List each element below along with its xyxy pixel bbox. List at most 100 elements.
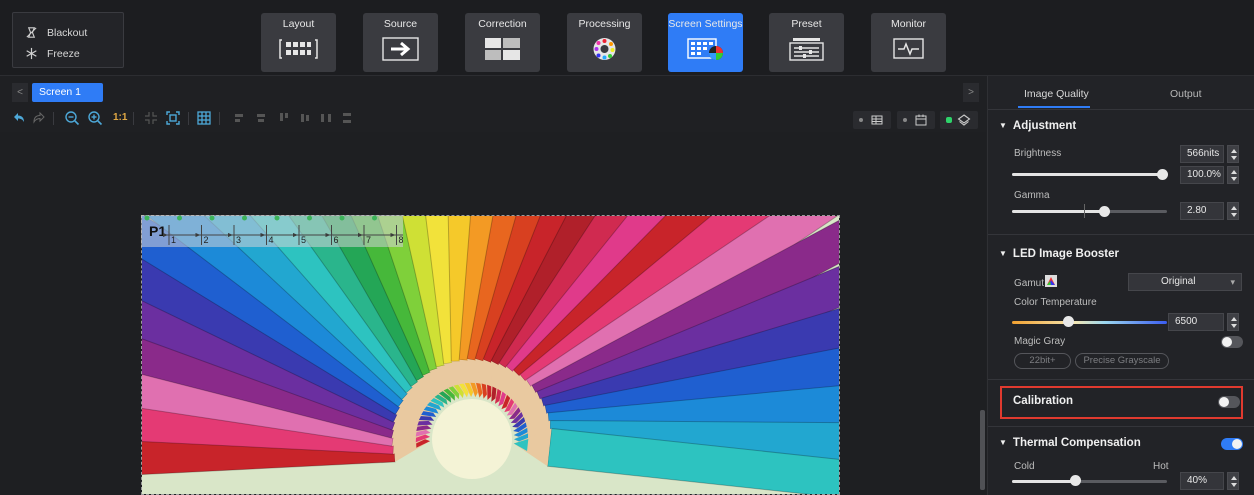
grid-icon <box>197 111 211 125</box>
ruler-node <box>209 215 215 221</box>
calendar-view-toggle[interactable] <box>897 111 935 129</box>
thermal-value-field[interactable]: 40% <box>1180 472 1224 490</box>
ruler-node <box>177 215 182 221</box>
align-center-button[interactable] <box>253 110 269 126</box>
ruler-node <box>339 215 345 221</box>
mode-monitor-label: Monitor <box>890 18 926 30</box>
top-toolbar: Blackout Freeze Layout Source Correction <box>0 0 1254 76</box>
snowflake-icon <box>26 47 37 60</box>
zoom-1to1-button[interactable]: 1:1 <box>113 112 127 123</box>
thermal-compensation-toggle[interactable] <box>1221 438 1243 450</box>
color-temperature-field[interactable]: 6500 <box>1168 313 1224 331</box>
image-center-glow <box>432 399 512 479</box>
hot-label: Hot <box>1153 461 1169 472</box>
mode-source-button[interactable]: Source <box>363 13 438 72</box>
ruler-tick-label: 2 <box>204 235 209 245</box>
gamut-select[interactable]: Original ▾ <box>1128 273 1242 291</box>
zoom-out-button[interactable] <box>64 110 80 126</box>
gamma-slider-knob[interactable] <box>1099 206 1110 217</box>
gamut-color-icon <box>1045 275 1057 287</box>
zoom-in-button[interactable] <box>87 110 103 126</box>
ruler-node <box>242 215 247 221</box>
zoom-in-icon <box>88 111 103 126</box>
brightness-label: Brightness <box>1014 148 1062 159</box>
tab-image-quality[interactable]: Image Quality <box>1024 88 1089 100</box>
gamma-field[interactable]: 2.80 <box>1180 202 1224 220</box>
thermal-compensation-title: Thermal Compensation <box>1012 437 1141 449</box>
processing-palette-icon <box>593 38 616 60</box>
screen-canvas[interactable]: P1 12345678 <box>0 132 986 495</box>
color-temperature-label: Color Temperature <box>1014 297 1097 308</box>
align-top-button[interactable] <box>276 110 292 126</box>
mode-screen-settings-button[interactable]: Screen Settings <box>668 13 743 72</box>
thermal-stepper[interactable] <box>1227 472 1239 490</box>
color-temperature-knob[interactable] <box>1063 316 1074 327</box>
color-temperature-stepper[interactable] <box>1227 313 1239 331</box>
brightness-slider-fill <box>1012 173 1162 176</box>
align-center-icon <box>257 114 265 122</box>
mode-preset-button[interactable]: Preset <box>769 13 844 72</box>
color-temperature-slider[interactable] <box>1012 321 1167 324</box>
collapse-triangle-icon: ▼ <box>999 249 1007 258</box>
align-left-button[interactable] <box>232 110 248 126</box>
precise-grayscale-option[interactable]: Precise Grayscale <box>1075 353 1169 369</box>
ruler-node <box>372 215 377 221</box>
tab-screen-1[interactable]: Screen 1 <box>32 83 103 102</box>
distribute-h-button[interactable] <box>318 110 334 126</box>
screen-view-toggle[interactable] <box>853 111 891 129</box>
magic-gray-label: Magic Gray <box>1014 336 1066 347</box>
brightness-nits-stepper[interactable] <box>1227 145 1239 163</box>
tab-scroll-left-button[interactable]: < <box>12 83 28 102</box>
freeze-button[interactable]: Freeze <box>25 47 80 60</box>
brightness-nits-field[interactable]: 566nits <box>1180 145 1224 163</box>
mode-layout-button[interactable]: Layout <box>261 13 336 72</box>
blackout-button[interactable]: Blackout <box>25 26 87 39</box>
calibration-title: Calibration <box>1013 395 1074 407</box>
undo-icon <box>14 113 24 122</box>
magic-gray-toggle[interactable] <box>1221 336 1243 348</box>
thermal-slider-knob[interactable] <box>1070 475 1081 486</box>
fit-screen-icon <box>166 111 180 125</box>
gamma-default-marker <box>1084 204 1085 218</box>
adjustment-section-header[interactable]: ▼ Adjustment <box>999 120 1076 132</box>
grid-toggle-button[interactable] <box>196 110 212 126</box>
redo-icon <box>33 111 45 124</box>
distribute-v-button[interactable] <box>339 110 355 126</box>
fit-disabled-button[interactable] <box>143 110 159 126</box>
brightness-percent-stepper[interactable] <box>1227 166 1239 184</box>
mode-correction-button[interactable]: Correction <box>465 13 540 72</box>
canvas-scrollbar[interactable] <box>980 410 985 490</box>
align-middle-button[interactable] <box>297 110 313 126</box>
thermal-slider-fill <box>1012 480 1074 483</box>
calibration-toggle[interactable] <box>1218 396 1240 408</box>
layers-toggle[interactable] <box>940 111 978 129</box>
screen-settings-icon <box>687 38 723 60</box>
calendar-icon <box>915 114 927 126</box>
distribute-horizontal-icon <box>321 114 331 122</box>
mode-preset-label: Preset <box>791 18 822 30</box>
22bit-option[interactable]: 22bit+ <box>1014 353 1071 369</box>
mode-monitor-button[interactable]: Monitor <box>871 13 946 72</box>
led-image-booster-title: LED Image Booster <box>1012 248 1119 260</box>
tab-output[interactable]: Output <box>1170 88 1202 100</box>
mode-processing-button[interactable]: Processing <box>567 13 642 72</box>
properties-panel: Image Quality Output ▼ Adjustment Brightn… <box>987 76 1254 495</box>
led-image-booster-header[interactable]: ▼ LED Image Booster <box>999 248 1119 260</box>
redo-button[interactable] <box>31 110 47 126</box>
brightness-slider-knob[interactable] <box>1157 169 1168 180</box>
mode-processing-label: Processing <box>578 18 631 30</box>
undo-button[interactable] <box>11 110 27 126</box>
screen-tab-row: < Screen 1 > <box>0 80 986 104</box>
blackout-label: Blackout <box>47 26 88 39</box>
app-root: Blackout Freeze Layout Source Correction <box>0 0 1254 495</box>
fit-screen-button[interactable] <box>165 110 181 126</box>
layers-icon <box>957 114 971 126</box>
tab-scroll-right-button[interactable]: > <box>963 83 979 102</box>
brightness-percent-field[interactable]: 100.0% <box>1180 166 1224 184</box>
thermal-compensation-header[interactable]: ▼ Thermal Compensation <box>999 437 1141 449</box>
gamma-label: Gamma <box>1014 190 1050 201</box>
ruler-tick-label: 8 <box>399 235 404 245</box>
source-image-preview[interactable] <box>141 215 840 495</box>
gamma-stepper[interactable] <box>1227 202 1239 220</box>
ruler-node <box>274 215 280 221</box>
